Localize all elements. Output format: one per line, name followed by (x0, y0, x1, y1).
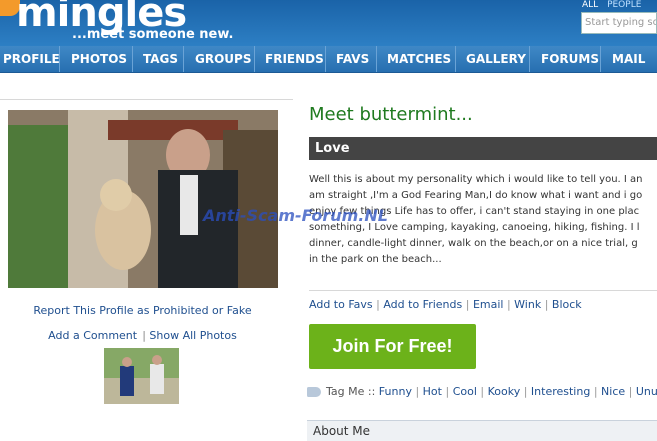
block-link[interactable]: Block (552, 298, 582, 311)
nav-groups[interactable]: GROUPS (195, 52, 251, 66)
right-divider (309, 290, 657, 291)
nav-divider (529, 46, 530, 72)
nav-divider (325, 46, 326, 72)
tag-kooky[interactable]: Kooky (488, 385, 521, 398)
site-tagline: ...meet someone new. (72, 27, 234, 42)
section-bar-love: Love (309, 137, 657, 160)
bio-line: Well this is about my personality which … (309, 174, 643, 185)
search-tab-all[interactable]: ALL (582, 0, 598, 10)
thumbnail-illustration (104, 348, 179, 404)
search-input[interactable]: Start typing so (581, 12, 657, 34)
nav-photos[interactable]: PHOTOS (71, 52, 127, 66)
nav-favs[interactable]: FAVS (336, 52, 369, 66)
link-separator: | (593, 385, 602, 398)
nav-forums[interactable]: FORUMS (541, 52, 599, 66)
link-separator: | (415, 385, 423, 398)
main-nav: PROFILE PHOTOS TAGS GROUPS FRIENDS FAVS … (0, 46, 657, 73)
join-free-button[interactable]: Join For Free! (309, 324, 476, 369)
nav-mail[interactable]: MAIL (612, 52, 645, 66)
link-separator: | (465, 298, 473, 311)
nav-divider (254, 46, 255, 72)
email-link[interactable]: Email (473, 298, 504, 311)
nav-divider (600, 46, 601, 72)
profile-heading: Meet buttermint... (309, 104, 473, 125)
tag-me-row: Tag Me :: Funny | Hot | Cool | Kooky | I… (307, 385, 657, 398)
bio-line: am straight ,I'm a God Fearing Man,I do … (309, 190, 643, 201)
link-separator: | (544, 298, 552, 311)
link-separator: | (628, 385, 636, 398)
comment-links-row: Add a Comment | Show All Photos (0, 324, 285, 343)
nav-gallery[interactable]: GALLERY (466, 52, 526, 66)
link-separator: | (445, 385, 453, 398)
tag-me-label: Tag Me :: (326, 385, 376, 398)
report-row: Report This Profile as Prohibited or Fak… (0, 299, 285, 318)
photo-illustration (8, 110, 278, 288)
nav-profile[interactable]: PROFILE (3, 52, 60, 66)
tag-unusual[interactable]: Unus (636, 385, 657, 398)
bio-line: dinner, candle-light dinner, walk on the… (309, 238, 638, 249)
tag-funny[interactable]: Funny (379, 385, 412, 398)
watermark-text: Anti-Scam-Forum.NL (203, 206, 388, 225)
nav-divider (455, 46, 456, 72)
nav-divider (59, 46, 60, 72)
profile-main-photo[interactable] (8, 110, 278, 288)
tag-nice[interactable]: Nice (601, 385, 625, 398)
left-divider (0, 99, 293, 100)
bio-line: in the park on the beach... (309, 254, 442, 265)
about-me-bar: About Me (307, 420, 657, 441)
search-tab-people[interactable]: PEOPLE (607, 0, 641, 10)
nav-divider (183, 46, 184, 72)
nav-friends[interactable]: FRIENDS (265, 52, 324, 66)
report-profile-link[interactable]: Report This Profile as Prohibited or Fak… (33, 304, 251, 317)
site-header: mingles ...meet someone new. ALL PEOPLE … (0, 0, 657, 46)
photo-thumbnail[interactable] (104, 348, 179, 404)
tag-hot[interactable]: Hot (423, 385, 442, 398)
search-scope-tabs: ALL PEOPLE (582, 0, 647, 10)
wink-link[interactable]: Wink (514, 298, 541, 311)
tag-interesting[interactable]: Interesting (531, 385, 590, 398)
tag-icon (307, 387, 321, 397)
nav-tags[interactable]: TAGS (143, 52, 178, 66)
nav-divider (376, 46, 377, 72)
about-me-title: About Me (313, 424, 371, 438)
profile-actions: Add to Favs | Add to Friends | Email | W… (309, 298, 582, 311)
link-separator: | (480, 385, 488, 398)
add-to-favs-link[interactable]: Add to Favs (309, 298, 373, 311)
nav-matches[interactable]: MATCHES (387, 52, 451, 66)
section-title: Love (315, 141, 350, 156)
add-to-friends-link[interactable]: Add to Friends (383, 298, 462, 311)
add-comment-link[interactable]: Add a Comment (48, 329, 137, 342)
nav-divider (132, 46, 133, 72)
link-separator: | (523, 385, 531, 398)
tag-cool[interactable]: Cool (453, 385, 477, 398)
show-all-photos-link[interactable]: Show All Photos (149, 329, 236, 342)
